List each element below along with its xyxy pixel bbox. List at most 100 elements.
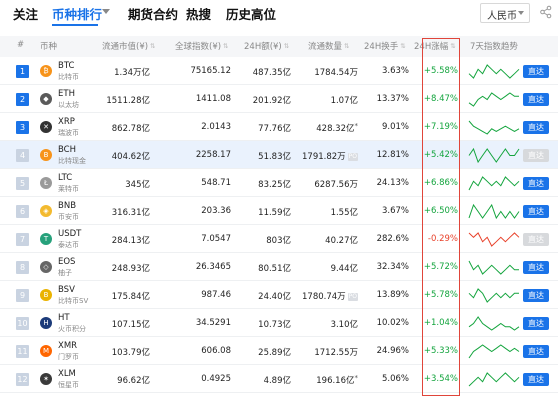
change-24h: +5.58% — [423, 66, 458, 76]
supply-value: 1784.54万 — [314, 68, 358, 78]
supply-badge: PO — [347, 293, 358, 301]
coin-symbol[interactable]: BTC — [58, 61, 74, 71]
table-row[interactable]: 4 B BCH 比特现金 404.62亿 2258.17 51.83亿 1791.82万 PO 1… — [0, 141, 558, 169]
coin-symbol[interactable]: LTC — [58, 173, 72, 183]
sparkline-chart — [468, 232, 520, 247]
circulating-supply: 1.07亿 — [300, 94, 358, 106]
coin-name: 比特币SV — [58, 297, 89, 305]
coin-symbol[interactable]: EOS — [58, 257, 75, 267]
coin-name: 火币积分 — [58, 325, 86, 333]
coin-symbol[interactable]: ETH — [58, 89, 75, 99]
currency-select[interactable]: 人民币 — [480, 3, 530, 23]
coin-symbol[interactable]: BSV — [58, 285, 75, 295]
table-row[interactable]: 11 M XMR 门罗币 103.79亿 606.08 25.89亿 1712.55万 24.9… — [0, 337, 558, 365]
goto-button[interactable]: 直达 — [523, 121, 549, 134]
rank-badge: 9 — [16, 289, 29, 302]
circulating-supply: 428.32亿* — [300, 122, 358, 134]
nav-follow[interactable]: 关注 — [13, 4, 38, 23]
header-mcap[interactable]: 流通市值(¥) ⇅ — [102, 40, 156, 52]
coin-symbol[interactable]: USDT — [58, 229, 81, 239]
nav-all-time-high[interactable]: 历史高位 — [226, 4, 276, 23]
table-row[interactable]: 8 ◇ EOS 柚子 248.93亿 26.3465 80.51亿 9.44亿 32.34% +5… — [0, 253, 558, 281]
nav-hot-search[interactable]: 热搜 — [186, 4, 211, 23]
sparkline-chart — [468, 288, 519, 303]
header-vol[interactable]: 24H额(¥) ⇅ — [244, 40, 289, 52]
change-24h: +5.42% — [423, 150, 458, 160]
coin-logo-icon: ◆ — [40, 93, 52, 105]
coin-symbol[interactable]: XLM — [58, 369, 76, 379]
goto-button[interactable]: 直达 — [523, 149, 549, 162]
coin-name: 恒星币 — [58, 381, 79, 389]
chevron-down-icon[interactable] — [102, 9, 110, 14]
turnover-24h: 32.34% — [376, 262, 409, 272]
sort-icon: ⇅ — [150, 42, 156, 50]
turnover-24h: 24.96% — [376, 346, 409, 356]
goto-button[interactable]: 直达 — [523, 289, 549, 302]
table-row[interactable]: 10 H HT 火币积分 107.15亿 34.5291 10.73亿 3.10亿 10.02%… — [0, 309, 558, 337]
header-vol-label: 24H额(¥) — [244, 42, 282, 52]
coin-name: 币安币 — [58, 213, 79, 221]
header-supply[interactable]: 流通数量 ⇅ — [308, 40, 349, 52]
market-cap: 96.62亿 — [117, 376, 150, 386]
table-row[interactable]: 7 T USDT 泰达币 284.13亿 7.0547 803亿 40.27亿 282.6% -0… — [0, 225, 558, 253]
circulating-supply: 1.55亿 — [300, 206, 358, 218]
goto-button[interactable]: 直达 — [523, 93, 549, 106]
coin-symbol[interactable]: XRP — [58, 117, 75, 127]
share-icon[interactable] — [539, 5, 553, 19]
table-row[interactable]: 3 ✕ XRP 瑞波币 862.78亿 2.0143 77.76亿 428.32亿* 9.01%… — [0, 113, 558, 141]
goto-button[interactable]: 直达 — [523, 177, 549, 190]
header-supply-label: 流通数量 — [308, 42, 343, 52]
table-row[interactable]: 12 ✶ XLM 恒星币 96.62亿 0.4925 4.89亿 196.16亿* 5.06% +… — [0, 365, 558, 393]
sparkline-chart — [468, 260, 519, 275]
nav-coin-ranking[interactable]: 币种排行 — [52, 4, 102, 23]
header-price[interactable]: 全球指数(¥) ⇅ — [175, 40, 229, 52]
volume-24h: 11.59亿 — [258, 208, 291, 218]
sparkline-path — [468, 147, 520, 164]
circulating-supply: 1712.55万 — [300, 346, 358, 358]
goto-button[interactable]: 直达 — [523, 317, 549, 330]
table-row[interactable]: 5 Ł LTC 莱特币 345亿 548.71 83.25亿 6287.56万 24.13% +6… — [0, 169, 558, 197]
coin-symbol[interactable]: XMR — [58, 341, 77, 351]
goto-button[interactable]: 直达 — [523, 205, 549, 218]
header-change[interactable]: 24H涨幅 ⇅ — [414, 40, 456, 52]
circulating-supply: 6287.56万 — [300, 178, 358, 190]
coin-symbol[interactable]: BCH — [58, 145, 76, 155]
coin-symbol[interactable]: HT — [58, 313, 70, 323]
header-rank: # — [17, 40, 25, 50]
sparkline-path — [468, 203, 520, 220]
header-change-label: 24H涨幅 — [414, 42, 449, 52]
goto-button[interactable]: 直达 — [523, 65, 549, 78]
goto-button[interactable]: 直达 — [523, 345, 549, 358]
rank-badge: 1 — [16, 65, 29, 78]
supply-value: 1780.74万 — [302, 292, 346, 302]
sort-icon: ⇅ — [223, 42, 229, 50]
table-row[interactable]: 6 ◈ BNB 币安币 316.31亿 203.36 11.59亿 1.55亿 3.67% +6.… — [0, 197, 558, 225]
header-turnover[interactable]: 24H换手 ⇅ — [364, 40, 406, 52]
turnover-24h: 10.02% — [376, 318, 409, 328]
goto-button[interactable]: 直达 — [523, 261, 549, 274]
header-trend: 7天指数趋势 — [470, 42, 518, 52]
table-row[interactable]: 2 ◆ ETH 以太坊 1511.28亿 1411.08 201.92亿 1.07亿 13.37… — [0, 85, 558, 113]
sparkline-path — [468, 372, 520, 387]
goto-button[interactable]: 直达 — [523, 233, 549, 246]
goto-button[interactable]: 直达 — [523, 373, 549, 386]
market-cap: 316.31亿 — [111, 208, 150, 218]
rank-badge: 11 — [16, 345, 29, 358]
sort-icon: ⇅ — [344, 42, 350, 50]
sparkline-path — [468, 92, 519, 107]
coin-name: 莱特币 — [58, 185, 79, 193]
table-row[interactable]: 1 ₿ BTC 比特币 1.34万亿 75165.12 487.35亿 1784.54万 3.6… — [0, 57, 558, 85]
header-turnover-label: 24H换手 — [364, 42, 399, 52]
volume-24h: 80.51亿 — [258, 264, 291, 274]
supply-value: 6287.56万 — [314, 180, 358, 190]
nav-futures[interactable]: 期货合约 — [128, 4, 178, 23]
rank-badge: 4 — [16, 149, 29, 162]
coin-symbol[interactable]: BNB — [58, 201, 76, 211]
table-row[interactable]: 9 B BSV 比特币SV 175.84亿 987.46 24.40亿 1780.74万 PO 1… — [0, 281, 558, 309]
sparkline-chart — [468, 64, 520, 79]
change-24h: +6.50% — [423, 206, 458, 216]
currency-label: 人民币 — [487, 11, 517, 22]
supply-value: 428.32亿 — [316, 124, 355, 134]
global-price: 987.46 — [201, 290, 231, 300]
coin-logo-icon: ✶ — [40, 373, 52, 385]
